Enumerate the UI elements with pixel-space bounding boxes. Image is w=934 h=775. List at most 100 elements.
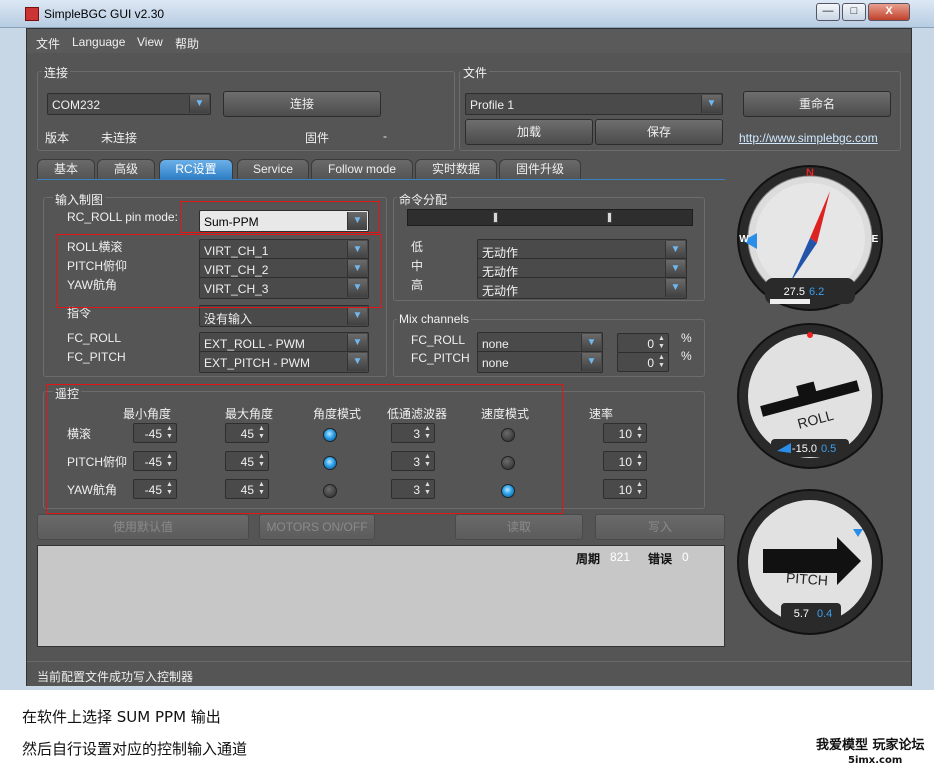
caption-line-1: 在软件上选择 SUM PPM 输出 xyxy=(22,708,221,726)
tab-firmware-upgrade[interactable]: 固件升级 xyxy=(499,159,581,179)
pitch-lpf-spinner[interactable]: 3 ▲ ▼ xyxy=(391,451,435,471)
mix-fc-roll-number: 0 xyxy=(647,337,654,351)
port-value: COM232 xyxy=(52,98,101,112)
roll-lpf-spinner[interactable]: 3 ▲ ▼ xyxy=(391,423,435,443)
status-message: 当前配置文件成功写入控制器 xyxy=(37,670,194,684)
spinner-arrows-icon[interactable]: ▲ ▼ xyxy=(256,481,267,497)
tab-follow-mode[interactable]: Follow mode xyxy=(311,159,413,179)
command-range-slider[interactable] xyxy=(407,209,693,226)
console-log: 周期 821 错误 0 xyxy=(37,545,725,647)
write-button[interactable]: 写入 xyxy=(595,514,725,540)
load-button[interactable]: 加载 xyxy=(465,119,593,145)
tab-underline xyxy=(37,179,725,180)
read-button[interactable]: 读取 xyxy=(455,514,583,540)
mix-fc-pitch-spinner[interactable]: 0 ▲ ▼ xyxy=(617,352,669,372)
version-value: 未连接 xyxy=(101,131,138,145)
close-button[interactable]: X xyxy=(868,3,910,21)
spinner-arrows-icon[interactable]: ▲ ▼ xyxy=(656,335,667,351)
spinner-arrows-icon[interactable]: ▲ ▼ xyxy=(256,453,267,469)
roll-max-angle-spinner[interactable]: 45 ▲ ▼ xyxy=(225,423,269,443)
spinner-arrows-icon[interactable]: ▲ ▼ xyxy=(634,481,645,497)
yaw-angle-mode-radio[interactable] xyxy=(323,484,337,498)
header-max-angle: 最大角度 xyxy=(225,407,274,421)
menu-file[interactable]: 文件 xyxy=(36,35,60,52)
fc-pitch-input-select[interactable]: EXT_PITCH - PWM ▼ xyxy=(199,351,369,373)
pitch-min-angle-spinner[interactable]: -45 ▲ ▼ xyxy=(133,451,177,471)
pitch-gauge: PITCH 5.7 0.4 xyxy=(737,489,883,635)
spinner-arrows-icon[interactable]: ▲ ▼ xyxy=(256,425,267,441)
spinner-arrows-icon[interactable]: ▲ ▼ xyxy=(164,481,175,497)
pin-mode-value: Sum-PPM xyxy=(204,215,259,229)
spinner-arrows-icon[interactable]: ▲ ▼ xyxy=(164,425,175,441)
command-input-select[interactable]: 没有输入 ▼ xyxy=(199,305,369,327)
tab-realtime-data[interactable]: 实时数据 xyxy=(415,159,497,179)
pitch-speed-mode-radio[interactable] xyxy=(501,456,515,470)
slider-thumb-high[interactable] xyxy=(607,212,612,223)
spinner-arrows-icon[interactable]: ▲ ▼ xyxy=(634,425,645,441)
yaw-max-angle-spinner[interactable]: 45 ▲ ▼ xyxy=(225,479,269,499)
cmd-high-select[interactable]: 无动作 ▼ xyxy=(477,277,687,299)
pitch-lpf: 3 xyxy=(413,455,420,469)
tab-advanced[interactable]: 高级 xyxy=(97,159,155,179)
pitch-angle-mode-radio[interactable] xyxy=(323,456,337,470)
tab-basic[interactable]: 基本 xyxy=(37,159,95,179)
connect-button[interactable]: 连接 xyxy=(223,91,381,117)
compass-west: W xyxy=(739,234,749,245)
spinner-arrows-icon[interactable]: ▲ ▼ xyxy=(422,425,433,441)
fc-pitch-input-label: FC_PITCH xyxy=(67,350,126,364)
tab-service[interactable]: Service xyxy=(237,159,309,179)
spinner-arrows-icon[interactable]: ▲ ▼ xyxy=(656,354,667,370)
roll-rate-spinner[interactable]: 10 ▲ ▼ xyxy=(603,423,647,443)
watermark-brand: 我爱模型 玩家论坛 xyxy=(816,738,925,753)
website-link[interactable]: http://www.simplebgc.com xyxy=(739,131,878,145)
pitch-max-angle: 45 xyxy=(240,455,254,469)
roll-min-angle-spinner[interactable]: -45 ▲ ▼ xyxy=(133,423,177,443)
yaw-rate-value: 6.2 xyxy=(809,286,824,298)
mix-fc-roll-spinner[interactable]: 0 ▲ ▼ xyxy=(617,333,669,353)
motors-toggle-button[interactable]: MOTORS ON/OFF xyxy=(259,514,375,540)
port-select[interactable]: COM232 ▼ xyxy=(47,93,211,115)
chevron-down-icon: ▼ xyxy=(347,307,367,325)
rename-button[interactable]: 重命名 xyxy=(743,91,891,117)
compass-north: N xyxy=(806,167,814,179)
roll-angle-mode-radio[interactable] xyxy=(323,428,337,442)
use-defaults-button[interactable]: 使用默认值 xyxy=(37,514,249,540)
spinner-arrows-icon[interactable]: ▲ ▼ xyxy=(634,453,645,469)
spinner-arrows-icon[interactable]: ▲ ▼ xyxy=(422,453,433,469)
maximize-button[interactable]: □ xyxy=(842,3,866,21)
cycle-label: 周期 xyxy=(576,552,601,566)
roll-speed-mode-radio[interactable] xyxy=(501,428,515,442)
menu-language[interactable]: Language xyxy=(72,35,125,49)
roll-angle-value: -15.0 xyxy=(792,443,817,455)
roll-input-value: VIRT_CH_1 xyxy=(204,244,269,258)
spinner-arrows-icon[interactable]: ▲ ▼ xyxy=(422,481,433,497)
slider-thumb-low[interactable] xyxy=(493,212,498,223)
yaw-input-select[interactable]: VIRT_CH_3 ▼ xyxy=(199,277,369,299)
main-client: 文件 Language View 帮助 连接 COM232 ▼ 连接 版本 未连… xyxy=(26,28,912,686)
tab-rc-settings[interactable]: RC设置 xyxy=(159,159,233,179)
profile-select[interactable]: Profile 1 ▼ xyxy=(465,93,723,115)
mix-fc-roll-value: none xyxy=(482,337,509,351)
yaw-rate-spinner[interactable]: 10 ▲ ▼ xyxy=(603,479,647,499)
roll-lpf: 3 xyxy=(413,427,420,441)
yaw-lpf-spinner[interactable]: 3 ▲ ▼ xyxy=(391,479,435,499)
pitch-rate-spinner[interactable]: 10 ▲ ▼ xyxy=(603,451,647,471)
menu-help[interactable]: 帮助 xyxy=(175,35,199,52)
minimize-button[interactable]: — xyxy=(816,3,840,21)
pitch-max-angle-spinner[interactable]: 45 ▲ ▼ xyxy=(225,451,269,471)
command-input-value: 没有输入 xyxy=(204,312,253,326)
cmd-high-value: 无动作 xyxy=(482,284,519,298)
menu-view[interactable]: View xyxy=(137,35,163,49)
menu-bar: 文件 Language View 帮助 xyxy=(27,29,911,53)
yaw-max-angle: 45 xyxy=(240,483,254,497)
firmware-value: - xyxy=(383,129,387,143)
yaw-min-angle-spinner[interactable]: -45 ▲ ▼ xyxy=(133,479,177,499)
yaw-speed-mode-radio[interactable] xyxy=(501,484,515,498)
pin-mode-select[interactable]: Sum-PPM ▼ xyxy=(199,210,369,232)
spinner-arrows-icon[interactable]: ▲ ▼ xyxy=(164,453,175,469)
mix-fc-pitch-select[interactable]: none ▼ xyxy=(477,351,603,373)
caption-line-2: 然后自行设置对应的控制输入通道 xyxy=(22,740,248,758)
chevron-down-icon: ▼ xyxy=(581,353,601,371)
save-button[interactable]: 保存 xyxy=(595,119,723,145)
command-input-label: 指令 xyxy=(67,306,92,320)
